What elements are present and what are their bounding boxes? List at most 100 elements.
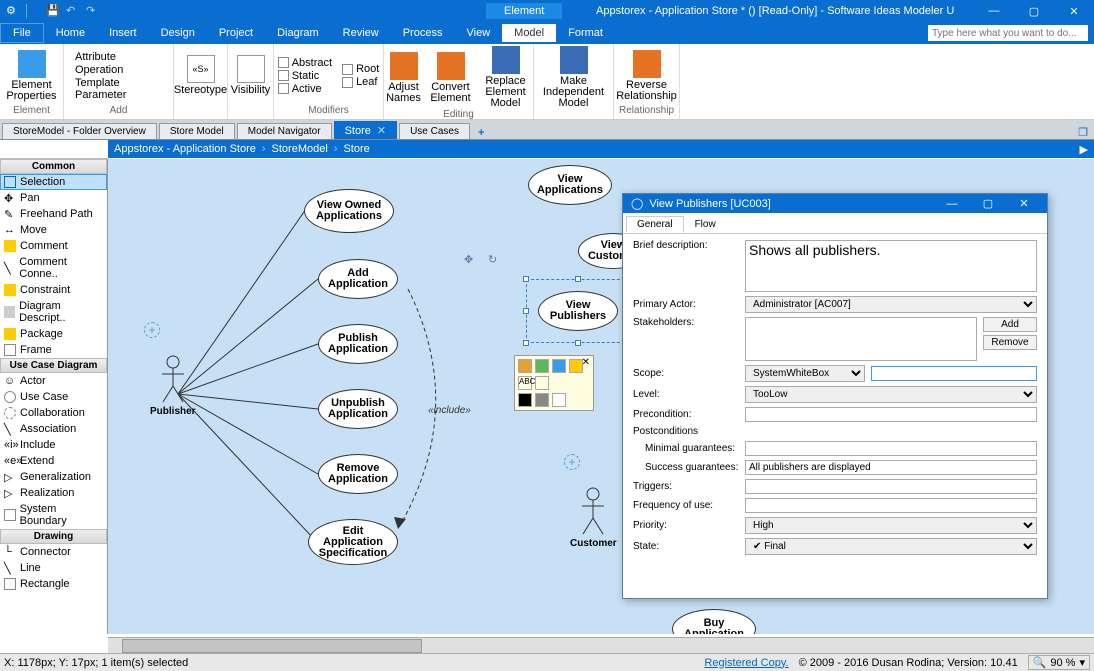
triggers-input[interactable]	[745, 479, 1037, 494]
tool-diagram-desc[interactable]: Diagram Descript..	[0, 298, 107, 326]
stakeholders-list[interactable]	[745, 317, 977, 361]
usecase-unpublish[interactable]: Unpublish Application	[318, 389, 398, 429]
tool-selection[interactable]: Selection	[0, 174, 107, 190]
tool-package[interactable]: Package	[0, 326, 107, 342]
menu-file[interactable]: File	[0, 23, 44, 43]
tool-connector[interactable]: └Connector	[0, 544, 107, 560]
tool-line[interactable]: ╲Line	[0, 560, 107, 576]
usecase-edit-spec[interactable]: Edit Application Specification	[308, 519, 398, 565]
add-node-icon[interactable]: +	[144, 322, 160, 338]
tool-realization[interactable]: ▷Realization	[0, 485, 107, 501]
tool-comment-conn[interactable]: ╲Comment Conne..	[0, 254, 107, 282]
usecase-add-app[interactable]: Add Application	[318, 259, 398, 299]
add-button[interactable]: Add	[983, 317, 1037, 332]
menu-process[interactable]: Process	[391, 24, 455, 42]
frequency-input[interactable]	[745, 498, 1037, 513]
move-icon[interactable]: ✥	[464, 253, 473, 266]
redo-icon[interactable]: ↷	[86, 4, 100, 18]
menu-review[interactable]: Review	[331, 24, 391, 42]
tab-general[interactable]: General	[626, 216, 684, 233]
state-select[interactable]: ✔ Final	[745, 538, 1037, 555]
mini-palette[interactable]: ✕ ABC	[514, 355, 594, 411]
registered-copy-link[interactable]: Registered Copy.	[704, 657, 788, 669]
scope-extra-input[interactable]	[871, 366, 1037, 381]
reverse-relationship-button[interactable]: Reverse Relationship	[617, 50, 677, 102]
add-node-icon[interactable]: +	[564, 454, 580, 470]
save-icon[interactable]: 💾	[46, 4, 60, 18]
menu-diagram[interactable]: Diagram	[265, 24, 331, 42]
usecase-buy-app[interactable]: Buy Application	[672, 609, 756, 634]
usecase-view-apps[interactable]: View Applications	[528, 165, 612, 205]
priority-select[interactable]: High	[745, 517, 1037, 534]
tab-folder-overview[interactable]: StoreModel - Folder Overview	[2, 123, 157, 139]
abstract-checkbox[interactable]: Abstract	[278, 57, 332, 69]
toolbox-group-usecase[interactable]: Use Case Diagram	[0, 358, 107, 373]
adjust-names-button[interactable]: Adjust Names	[384, 52, 424, 104]
maximize-button[interactable]: ▢	[1014, 0, 1054, 22]
tool-extend[interactable]: «e»Extend	[0, 453, 107, 469]
breadcrumb-item[interactable]: Store	[343, 143, 369, 155]
tab-store-model[interactable]: Store Model	[159, 123, 235, 139]
close-icon[interactable]: ✕	[377, 124, 386, 137]
toolbox-group-common[interactable]: Common	[0, 159, 107, 174]
scope-select[interactable]: SystemWhiteBox	[745, 365, 865, 382]
actor-publisher[interactable]: Publisher	[150, 354, 196, 417]
maximize-button[interactable]: ▢	[973, 197, 1003, 210]
minimal-guarantees-input[interactable]	[745, 441, 1037, 456]
replace-model-button[interactable]: Replace Element Model	[478, 46, 534, 109]
tool-generalization[interactable]: ▷Generalization	[0, 469, 107, 485]
context-tab-element[interactable]: Element	[486, 3, 562, 19]
undo-icon[interactable]: ↶	[66, 4, 80, 18]
tab-model-navigator[interactable]: Model Navigator	[237, 123, 332, 139]
static-checkbox[interactable]: Static	[278, 70, 332, 82]
root-checkbox[interactable]: Root	[342, 63, 379, 75]
add-tab-button[interactable]: +	[470, 127, 492, 139]
restore-icon[interactable]: ❐	[1072, 126, 1094, 139]
usecase-publish[interactable]: Publish Application	[318, 324, 398, 364]
active-checkbox[interactable]: Active	[278, 83, 332, 95]
menu-insert[interactable]: Insert	[97, 24, 149, 42]
usecase-remove[interactable]: Remove Application	[318, 454, 398, 494]
menu-view[interactable]: View	[455, 24, 503, 42]
gear-icon[interactable]: ⚙	[6, 4, 20, 18]
toolbox-group-drawing[interactable]: Drawing	[0, 529, 107, 544]
visibility-button[interactable]: Visibility	[221, 55, 281, 96]
menu-format[interactable]: Format	[556, 24, 615, 42]
element-properties-button[interactable]: Element Properties	[2, 50, 62, 102]
tool-frame[interactable]: Frame	[0, 342, 107, 358]
add-operation[interactable]: Operation	[72, 64, 165, 76]
minimize-button[interactable]: —	[937, 198, 967, 210]
tab-store[interactable]: Store✕	[334, 121, 398, 139]
tool-freehand[interactable]: ✎Freehand Path	[0, 206, 107, 222]
close-icon[interactable]: ✕	[582, 357, 590, 368]
close-button[interactable]: ✕	[1054, 0, 1094, 22]
success-guarantees-input[interactable]	[745, 460, 1037, 475]
leaf-checkbox[interactable]: Leaf	[342, 76, 379, 88]
usecase-view-owned[interactable]: View Owned Applications	[304, 189, 394, 233]
make-independent-button[interactable]: Make Independent Model	[536, 46, 612, 109]
minimize-button[interactable]: —	[974, 0, 1014, 22]
selection-handles[interactable]	[526, 279, 630, 343]
tool-include[interactable]: «i»Include	[0, 437, 107, 453]
tool-pan[interactable]: ✥Pan	[0, 190, 107, 206]
horizontal-scrollbar[interactable]	[108, 637, 1094, 653]
precondition-input[interactable]	[745, 407, 1037, 422]
add-attribute[interactable]: Attribute	[72, 51, 165, 63]
tool-usecase[interactable]: Use Case	[0, 389, 107, 405]
zoom-control[interactable]: 🔍 90 % ▾	[1028, 655, 1090, 670]
tab-use-cases[interactable]: Use Cases	[399, 123, 470, 139]
actor-customer[interactable]: Customer	[570, 486, 617, 549]
add-template-param[interactable]: Template Parameter	[72, 77, 165, 101]
menu-model[interactable]: Model	[502, 24, 556, 42]
tool-sysboundary[interactable]: System Boundary	[0, 501, 107, 529]
primary-actor-select[interactable]: Administrator [AC007]	[745, 296, 1037, 313]
brief-description-input[interactable]	[745, 240, 1037, 292]
close-button[interactable]: ✕	[1009, 197, 1039, 210]
search-input[interactable]	[928, 25, 1088, 41]
convert-element-button[interactable]: Convert Element	[430, 52, 472, 104]
menu-design[interactable]: Design	[149, 24, 207, 42]
rotate-icon[interactable]: ↻	[488, 253, 497, 266]
menu-project[interactable]: Project	[207, 24, 265, 42]
play-icon[interactable]: ▶	[1080, 143, 1088, 156]
tool-rectangle[interactable]: Rectangle	[0, 576, 107, 592]
